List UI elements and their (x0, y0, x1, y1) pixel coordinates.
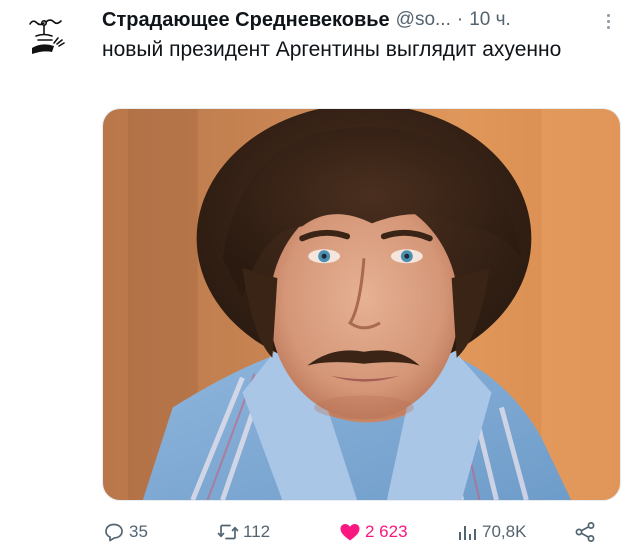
reply-button[interactable]: 35 (102, 516, 148, 548)
reply-count: 35 (129, 522, 148, 541)
retweet-icon (217, 524, 239, 540)
heart-filled-icon (340, 524, 360, 541)
separator-dot: · (456, 9, 464, 30)
views-button[interactable]: 70,8K (455, 516, 526, 548)
tweet-actions: 35 112 2 623 70,8K (102, 516, 612, 548)
share-button[interactable] (573, 516, 597, 548)
retweet-count: 112 (243, 522, 271, 541)
portrait-photo (103, 109, 620, 500)
views-count: 70,8K (482, 522, 527, 541)
timestamp[interactable]: 10 ч. (469, 9, 511, 31)
author-handle[interactable]: @so... (396, 9, 451, 31)
like-count: 2 623 (365, 522, 408, 541)
views-icon (459, 526, 476, 540)
more-vertical-icon[interactable] (598, 8, 618, 34)
reply-icon (105, 523, 123, 542)
tweet: Страдающее Средневековье @so... · 10 ч. … (0, 0, 640, 553)
tweet-photo[interactable] (102, 108, 621, 501)
medieval-figure-icon (29, 19, 65, 54)
avatar[interactable] (22, 10, 74, 62)
author-display-name[interactable]: Страдающее Средневековье (102, 9, 390, 32)
like-button[interactable]: 2 623 (338, 516, 408, 548)
tweet-text: новый президент Аргентины выглядит ахуен… (102, 38, 562, 61)
tweet-header: Страдающее Средневековье @so... · 10 ч. (102, 5, 622, 35)
share-icon (575, 522, 595, 542)
retweet-button[interactable]: 112 (216, 516, 270, 548)
